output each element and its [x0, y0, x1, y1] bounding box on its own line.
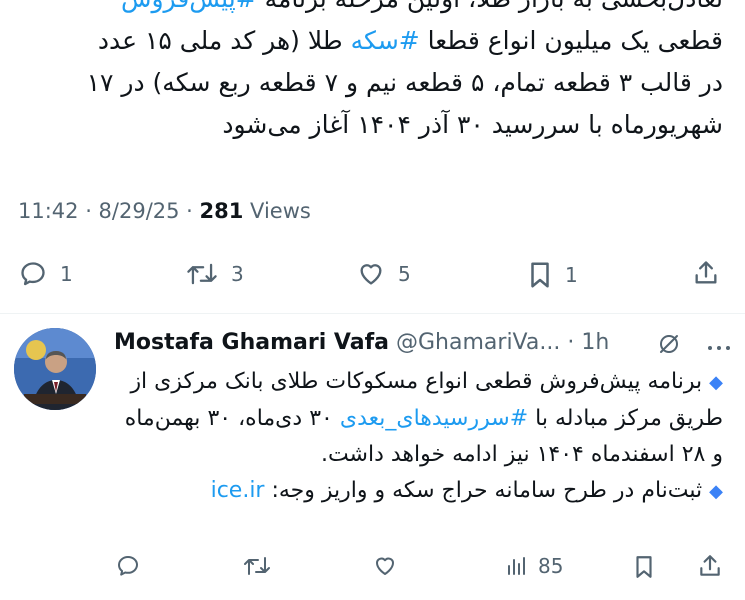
like-button[interactable]: [372, 554, 398, 578]
tweet-text-line: شهریورماه با سررسید ۳۰ آذر ۱۴۰۴ آغاز می‌…: [222, 110, 723, 139]
reply-icon: [18, 260, 48, 288]
reply-paragraph: ◆ ثبت‌نام در طرح سامانه حراج سکه و واریز…: [113, 473, 723, 510]
analytics-icon: [504, 554, 530, 578]
tweet-text-line: در قالب ۳ قطعه تمام، ۵ قطعه نیم و ۷ قطعه…: [86, 68, 723, 97]
author-handle[interactable]: @GhamariVa...: [389, 330, 560, 355]
reply-paragraph: ◆ برنامه پیش‌فروش قطعی انواع مسکوکات طلا…: [113, 364, 723, 473]
more-icon[interactable]: [707, 337, 731, 356]
like-button[interactable]: 5: [356, 260, 411, 288]
retweet-button[interactable]: [242, 554, 272, 578]
grok-icon[interactable]: [657, 332, 681, 360]
retweet-icon: [185, 260, 219, 288]
reply-header: Mostafa Ghamari Vafa @GhamariVa... · 1h: [114, 330, 609, 355]
retweet-count: 3: [231, 262, 244, 286]
reply-header-icons: [657, 332, 731, 360]
timestamp-link[interactable]: 11:42 · 8/29/25 ·: [18, 199, 200, 223]
hashtag-link[interactable]: #سررسیدهای_بعدی: [340, 406, 528, 431]
share-icon: [697, 552, 723, 580]
tweet-text: تعادل‌بخشی به بازار طلا، اولین مرحله برن…: [8, 0, 723, 146]
reply-icon: [115, 554, 141, 578]
share-button[interactable]: [692, 258, 720, 288]
tweet-text-segment: طلا (هر کد ملی ۱۵ عدد: [97, 26, 351, 55]
reply-count: 1: [60, 262, 73, 286]
reply-button[interactable]: 1: [18, 260, 73, 288]
bookmark-icon: [633, 554, 655, 580]
heart-icon: [356, 260, 386, 288]
reply-text-segment: ثبت‌نام در طرح سامانه حراج سکه و واریز و…: [264, 478, 703, 503]
avatar[interactable]: [14, 328, 96, 410]
reply-text: ◆ برنامه پیش‌فروش قطعی انواع مسکوکات طلا…: [113, 364, 723, 510]
views-button[interactable]: 85: [504, 554, 563, 578]
share-button[interactable]: [697, 552, 723, 580]
heart-icon: [372, 554, 398, 578]
hashtag-link[interactable]: #سکه: [351, 26, 420, 55]
reply-time[interactable]: · 1h: [560, 330, 609, 355]
reply-button[interactable]: [115, 554, 141, 578]
tweet-meta: 11:42 · 8/29/25 · 281 Views: [18, 199, 311, 223]
external-link[interactable]: ice.ir: [211, 478, 265, 503]
bookmark-icon: [527, 260, 553, 290]
like-count: 5: [398, 262, 411, 286]
main-tweet-actions: 1 3 5 1: [0, 252, 745, 296]
views-count: 85: [538, 554, 564, 578]
main-tweet: تعادل‌بخشی به بازار طلا، اولین مرحله برن…: [0, 0, 745, 314]
tweet-text-segment: قطعی یک میلیون انواع قطعا: [419, 26, 723, 55]
tweet-text-segment: تعادل‌بخشی به بازار طلا، اولین مرحله برن…: [257, 0, 723, 13]
diamond-icon: ◆: [709, 481, 723, 502]
bookmark-count: 1: [565, 263, 578, 287]
views-label: Views: [243, 199, 311, 223]
retweet-button[interactable]: 3: [185, 260, 244, 288]
views-count: 281: [199, 199, 244, 223]
diamond-icon: ◆: [709, 372, 723, 393]
bookmark-button[interactable]: 1: [527, 260, 578, 290]
hashtag-link[interactable]: #پیش‌فروش: [121, 0, 257, 13]
reply-tweet: Mostafa Ghamari Vafa @GhamariVa... · 1h …: [0, 314, 745, 600]
bookmark-button[interactable]: [633, 554, 655, 580]
retweet-icon: [242, 554, 272, 578]
share-icon: [692, 258, 720, 288]
author-name[interactable]: Mostafa Ghamari Vafa: [114, 330, 389, 355]
reply-tweet-actions: 85: [0, 554, 745, 590]
